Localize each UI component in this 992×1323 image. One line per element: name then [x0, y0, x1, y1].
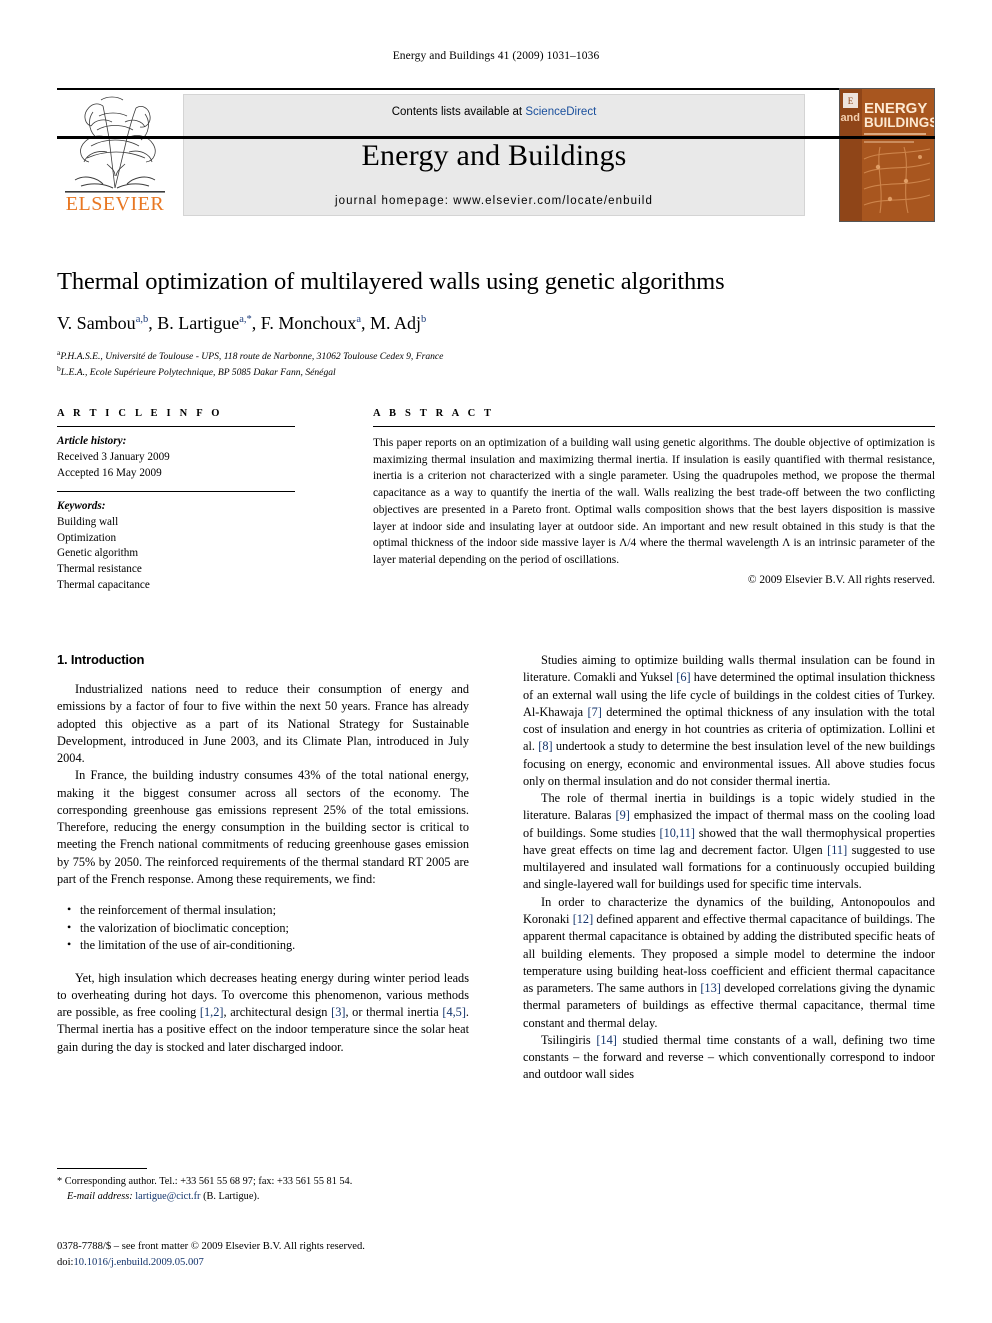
running-head: Energy and Buildings 41 (2009) 1031–1036 [392, 50, 600, 62]
section-heading-introduction: 1. Introduction [57, 652, 145, 667]
article-history-label: Article history: [57, 435, 127, 447]
citation-ref[interactable]: [10,11] [660, 826, 695, 840]
citation-ref[interactable]: [3] [331, 1005, 345, 1019]
article-info-rule-1 [57, 426, 295, 427]
elsevier-logo: ELSEVIER [57, 92, 173, 218]
keyword: Optimization [57, 531, 117, 544]
masthead-center-panel: Contents lists available at ScienceDirec… [183, 94, 805, 216]
paragraph: Tsilingiris [14] studied thermal time co… [523, 1032, 935, 1082]
title-block: Thermal optimization of multilayered wal… [57, 268, 935, 380]
author: M. Adjb [370, 313, 427, 334]
paragraph: In France, the building industry consume… [57, 768, 469, 886]
footnote-rule [57, 1168, 147, 1169]
masthead-top-rule [57, 88, 935, 90]
citation-ref[interactable]: [9] [616, 808, 630, 822]
doi-line: doi:10.1016/j.enbuild.2009.05.007 [57, 1256, 204, 1268]
paragraph: Industrialized nations need to reduce th… [57, 682, 469, 766]
affiliations: aP.H.A.S.E., Université de Toulouse - UP… [57, 348, 935, 380]
keywords-label: Keywords: [57, 499, 106, 512]
svg-text:E: E [848, 96, 854, 106]
citation-ref[interactable]: [14] [596, 1033, 617, 1047]
email-link[interactable]: lartigue@cict.fr [135, 1191, 200, 1202]
abstract-rule [373, 426, 935, 427]
list-item: the valorization of bioclimatic concepti… [67, 919, 469, 937]
affiliation-a: aP.H.A.S.E., Université de Toulouse - UP… [57, 348, 444, 363]
paragraph: In order to characterize the dynamics of… [523, 894, 935, 1030]
paragraph: Yet, high insulation which decreases hea… [57, 970, 469, 1054]
abstract-copyright: © 2009 Elsevier B.V. All rights reserved… [747, 573, 935, 586]
cover-artwork: E and ENERGY BUILDINGS [840, 89, 934, 221]
journal-masthead: ELSEVIER Contents lists available at Sci… [57, 88, 935, 222]
article-info-rule-2 [57, 490, 295, 492]
author-affil-marker: a,* [239, 314, 252, 326]
article-history: Article history: Received 3 January 2009… [57, 434, 295, 482]
keyword: Thermal resistance [57, 563, 142, 576]
author-list: V. Samboua,b, B. Lartiguea,*, F. Monchou… [57, 313, 427, 334]
requirements-list: the reinforcement of thermal insulation;… [57, 901, 469, 954]
email-label: E-mail address: [67, 1190, 133, 1202]
contents-prefix: Contents lists available at [391, 106, 526, 118]
paragraph: Studies aiming to optimize building wall… [523, 653, 936, 788]
elsevier-tree-icon [65, 96, 165, 193]
citation-ref[interactable]: [12] [573, 912, 594, 926]
citation-ref[interactable]: [6] [676, 670, 690, 684]
corresponding-author-note: * Corresponding author. Tel.: +33 561 55… [57, 1176, 353, 1202]
abstract-heading: A B S T R A C T [373, 408, 495, 419]
keyword: Genetic algorithm [57, 547, 139, 560]
left-column: 1. Introduction Industrialized nations n… [57, 652, 469, 1056]
masthead-bottom-rule [57, 136, 935, 139]
affiliation-b: bL.E.A., Ecole Supérieure Polytechnique,… [57, 364, 336, 379]
citation-ref[interactable]: [1,2] [200, 1005, 224, 1019]
author-affil-marker: a,b [135, 314, 149, 326]
svg-text:and: and [840, 112, 860, 124]
journal-cover-thumbnail: E and ENERGY BUILDINGS [839, 88, 935, 222]
citation-ref[interactable]: [13] [700, 981, 721, 995]
citation-ref[interactable]: [4,5] [442, 1005, 466, 1019]
keyword: Thermal capacitance [57, 579, 150, 592]
sciencedirect-link[interactable]: ScienceDirect [525, 106, 596, 118]
front-matter-line: 0378-7788/$ – see front matter © 2009 El… [57, 1241, 365, 1252]
footnote-block: * Corresponding author. Tel.: +33 561 55… [57, 1168, 469, 1205]
elsevier-wordmark: ELSEVIER [65, 193, 165, 215]
paper-page: Energy and Buildings 41 (2009) 1031–1036 [0, 0, 992, 1323]
list-item: the reinforcement of thermal insulation; [67, 901, 469, 919]
author: B. Lartiguea,* [157, 313, 252, 334]
keyword: Building wall [57, 515, 119, 528]
abstract-text: This paper reports on an optimization of… [373, 437, 935, 566]
citation-ref[interactable]: [7] [588, 705, 602, 719]
citation-ref[interactable]: [8] [538, 739, 552, 753]
author: V. Samboua,b [57, 313, 149, 334]
journal-title: Energy and Buildings [361, 139, 627, 172]
contents-line: Contents lists available at ScienceDirec… [184, 106, 804, 118]
front-matter-block: 0378-7788/$ – see front matter © 2009 El… [57, 1239, 487, 1271]
page-title: Thermal optimization of multilayered wal… [57, 268, 725, 295]
author: F. Monchouxa [260, 313, 362, 334]
article-info-heading: A R T I C L E I N F O [57, 408, 223, 419]
list-item: the limitation of the use of air-conditi… [67, 936, 469, 954]
svg-text:BUILDINGS: BUILDINGS [864, 115, 934, 130]
accepted-date: Accepted 16 May 2009 [57, 466, 162, 479]
paragraph: The role of thermal inertia in buildings… [523, 791, 936, 892]
journal-homepage-link[interactable]: journal homepage: www.elsevier.com/locat… [184, 195, 804, 207]
right-column: Studies aiming to optimize building wall… [523, 652, 935, 1084]
citation-ref[interactable]: [11] [827, 843, 847, 857]
author-affil-marker: b [421, 314, 427, 326]
email-owner: (B. Lartigue). [203, 1190, 260, 1202]
keywords-block: Keywords: Building wall Optimization Gen… [57, 499, 295, 594]
article-info-column: A R T I C L E I N F O Article history: R… [57, 408, 295, 594]
received-date: Received 3 January 2009 [57, 450, 170, 463]
abstract-column: A B S T R A C T This paper reports on an… [373, 408, 935, 586]
doi-link[interactable]: 10.1016/j.enbuild.2009.05.007 [73, 1257, 203, 1268]
